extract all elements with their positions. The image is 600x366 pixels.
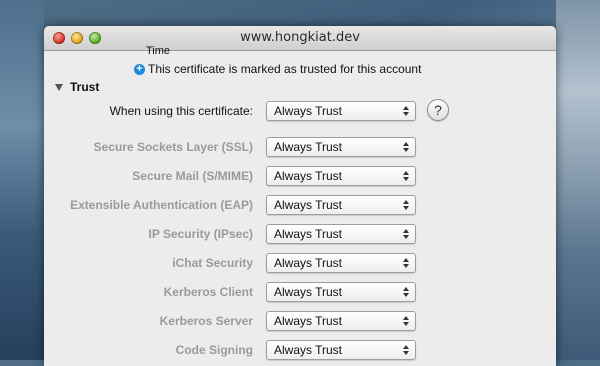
up-down-arrows-icon <box>403 287 409 297</box>
up-down-arrows-icon <box>403 258 409 268</box>
eap-trust-popup[interactable]: Always Trust <box>266 195 416 215</box>
up-down-arrows-icon <box>403 229 409 239</box>
trust-setting-row: Kerberos Server Always Trust <box>44 311 556 333</box>
ichat-trust-popup[interactable]: Always Trust <box>266 253 416 273</box>
desktop-wallpaper-right <box>556 0 600 360</box>
cut-off-label: Time <box>146 45 171 57</box>
up-down-arrows-icon <box>403 345 409 355</box>
trust-setting-row: iChat Security Always Trust <box>44 253 556 275</box>
window-title: www.hongkiat.dev <box>240 30 360 45</box>
up-down-arrows-icon <box>403 316 409 326</box>
trust-status-message: + This certificate is marked as trusted … <box>134 62 421 76</box>
kerberos-server-trust-value: Always Trust <box>274 314 343 328</box>
ipsec-trust-value: Always Trust <box>274 227 343 241</box>
main-trust-value: Always Trust <box>274 104 343 118</box>
smime-label: Secure Mail (S/MIME) <box>132 169 253 183</box>
trust-section-toggle[interactable]: Trust <box>55 80 99 94</box>
trust-section-heading: Trust <box>70 80 100 94</box>
up-down-arrows-icon <box>403 200 409 210</box>
ssl-trust-value: Always Trust <box>274 140 343 154</box>
trust-setting-row: Secure Sockets Layer (SSL) Always Trust <box>44 137 556 159</box>
up-down-arrows-icon <box>403 142 409 152</box>
ssl-label: Secure Sockets Layer (SSL) <box>93 140 253 154</box>
code-signing-label: Code Signing <box>175 343 253 357</box>
code-signing-trust-value: Always Trust <box>274 343 343 357</box>
code-signing-trust-popup[interactable]: Always Trust <box>266 340 416 360</box>
eap-trust-value: Always Trust <box>274 198 343 212</box>
trust-status-text: This certificate is marked as trusted fo… <box>148 62 422 76</box>
up-down-arrows-icon <box>403 106 409 116</box>
help-button[interactable]: ? <box>427 99 449 121</box>
trust-setting-row: IP Security (IPsec) Always Trust <box>44 224 556 246</box>
ssl-trust-popup[interactable]: Always Trust <box>266 137 416 157</box>
ipsec-trust-popup[interactable]: Always Trust <box>266 224 416 244</box>
kerberos-client-trust-popup[interactable]: Always Trust <box>266 282 416 302</box>
smime-trust-value: Always Trust <box>274 169 343 183</box>
main-trust-popup[interactable]: Always Trust <box>266 101 416 121</box>
plus-circle-icon: + <box>134 63 145 75</box>
up-down-arrows-icon <box>403 171 409 181</box>
disclosure-triangle-icon[interactable] <box>55 83 63 91</box>
ichat-label: iChat Security <box>172 256 253 270</box>
trust-setting-row: Secure Mail (S/MIME) Always Trust <box>44 166 556 188</box>
trust-setting-row: Extensible Authentication (EAP) Always T… <box>44 195 556 217</box>
trust-setting-row: Kerberos Client Always Trust <box>44 282 556 304</box>
kerberos-client-trust-value: Always Trust <box>274 285 343 299</box>
main-trust-label: When using this certificate: <box>109 104 253 118</box>
main-trust-row: When using this certificate: Always Trus… <box>44 99 556 123</box>
trust-setting-row: Code Signing Always Trust <box>44 340 556 362</box>
kerberos-server-label: Kerberos Server <box>159 314 253 328</box>
certificate-details: Time + This certificate is marked as tru… <box>44 45 556 366</box>
desktop-wallpaper-left <box>0 0 44 360</box>
ichat-trust-value: Always Trust <box>274 256 343 270</box>
kerberos-server-trust-popup[interactable]: Always Trust <box>266 311 416 331</box>
kerberos-client-label: Kerberos Client <box>163 285 253 299</box>
title-bar[interactable]: www.hongkiat.dev <box>44 26 556 51</box>
ipsec-label: IP Security (IPsec) <box>148 227 254 241</box>
eap-label: Extensible Authentication (EAP) <box>70 198 253 212</box>
smime-trust-popup[interactable]: Always Trust <box>266 166 416 186</box>
certificate-window: www.hongkiat.dev Time + This certificate… <box>44 26 556 366</box>
